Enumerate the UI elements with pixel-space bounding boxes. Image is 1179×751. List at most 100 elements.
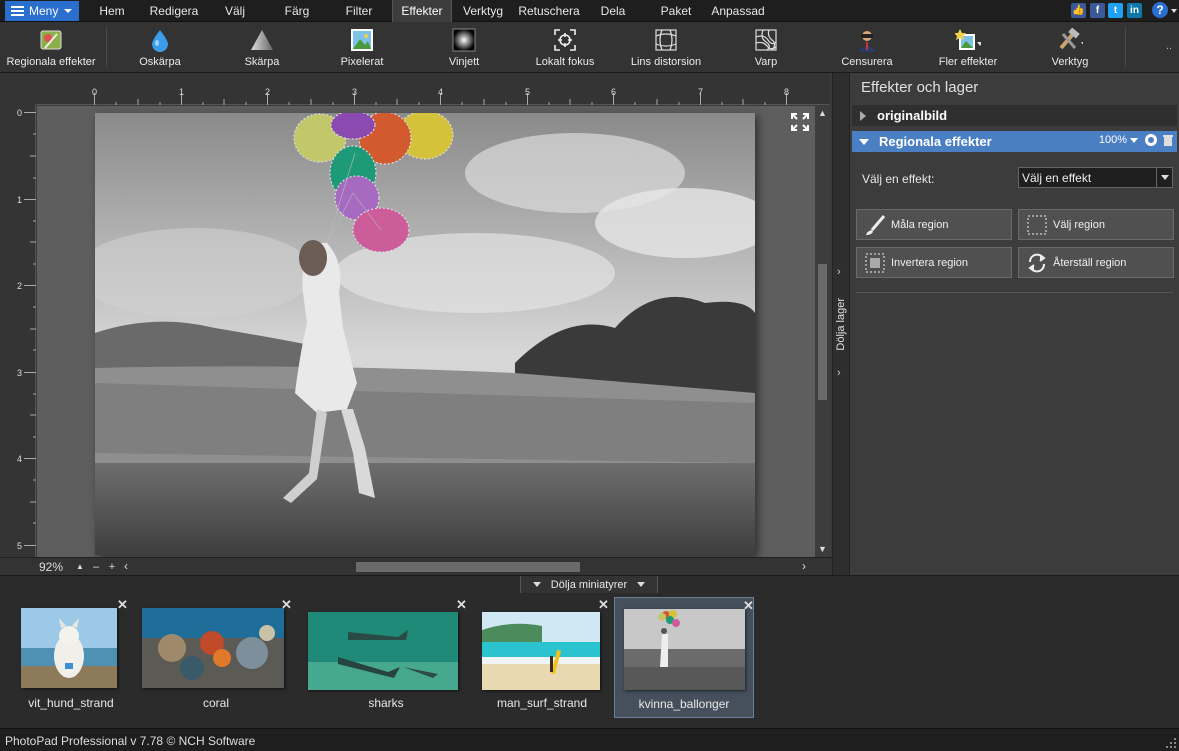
panel-title: Effekter och lager <box>861 79 979 96</box>
ruler-label: 4 <box>438 87 444 97</box>
hide-layers-strip[interactable]: › Dölja lager › <box>832 73 850 575</box>
collapse-icon[interactable] <box>859 138 869 145</box>
zoom-level[interactable]: 92% <box>39 560 63 574</box>
zoom-stepper-icon[interactable]: ▲ <box>74 561 86 573</box>
scroll-down-icon[interactable]: ▼ <box>818 544 827 554</box>
scroll-right-icon[interactable]: › <box>802 559 806 573</box>
hide-layers-label[interactable]: Dölja lager <box>835 298 847 351</box>
tab-filter[interactable]: Filter <box>339 0 379 22</box>
thumbnail-image[interactable] <box>21 608 117 688</box>
canvas-zoom-bar: 92% ▲ – + ‹ › <box>0 557 832 575</box>
tab-farg[interactable]: Färg <box>280 0 314 22</box>
thumbnail-image[interactable] <box>624 609 745 690</box>
reset-region-button[interactable]: Återställ region <box>1018 247 1174 278</box>
tab-redigera[interactable]: Redigera <box>146 0 202 22</box>
hide-thumbnails-button[interactable]: Dölja miniatyrer <box>520 576 658 594</box>
linkedin-icon[interactable]: in <box>1127 3 1142 18</box>
zoom-in-button[interactable]: + <box>106 561 118 573</box>
tab-hem[interactable]: Hem <box>96 0 128 22</box>
invert-region-label: Invertera region <box>891 256 969 269</box>
like-icon[interactable]: 👍 <box>1071 3 1086 18</box>
tab-retuschera[interactable]: Retuschera <box>518 0 580 22</box>
toolbar-divider <box>1125 27 1126 67</box>
zoom-out-button[interactable]: – <box>90 561 102 573</box>
horizontal-scroll-thumb[interactable] <box>356 562 580 572</box>
thumbnail-item[interactable]: ✕ coral <box>136 597 296 718</box>
censor-icon <box>854 27 880 53</box>
vertical-ruler: 0 1 2 3 4 5 <box>0 105 36 557</box>
photopad-window: Meny Hem Redigera Välj Färg Filter Effek… <box>0 0 1179 751</box>
more-effects-button[interactable]: Fler effekter <box>930 22 1006 73</box>
ruler-label: 2 <box>17 281 23 291</box>
vignette-button[interactable]: Vinjett <box>434 22 494 73</box>
layer-opacity[interactable]: 100% <box>1099 134 1127 146</box>
twitter-icon[interactable]: t <box>1108 3 1123 18</box>
toolbar-overflow-button[interactable]: .. <box>1166 40 1172 52</box>
vertical-scrollbar[interactable]: ▲ ▼ <box>815 106 830 557</box>
trash-icon[interactable] <box>1163 134 1173 146</box>
regional-effects-button[interactable]: Regionala effekter <box>2 22 100 73</box>
layer-original[interactable]: originalbild <box>852 105 1177 126</box>
tab-anpassad[interactable]: Anpassad <box>710 0 766 22</box>
ruler-ticks <box>94 93 787 105</box>
expand-icon[interactable] <box>860 110 866 121</box>
local-focus-button[interactable]: Lokalt fokus <box>530 22 600 73</box>
thumbnail-image[interactable] <box>308 612 458 690</box>
tab-effekter[interactable]: Effekter <box>392 0 452 22</box>
edited-photo[interactable] <box>95 113 755 555</box>
thumbnail-item-selected[interactable]: ✕ kvinna_ballonger <box>614 597 754 718</box>
pixelate-icon <box>349 27 375 53</box>
close-icon[interactable]: ✕ <box>456 597 467 613</box>
close-icon[interactable]: ✕ <box>743 598 754 614</box>
chevron-right-icon[interactable]: › <box>837 367 841 379</box>
close-icon[interactable]: ✕ <box>117 597 128 613</box>
thumbnail-item[interactable]: ✕ vit_hund_strand <box>14 597 128 718</box>
horizontal-ruler: 0 1 2 3 4 5 6 7 8 <box>36 73 830 105</box>
tab-paket[interactable]: Paket <box>658 0 694 22</box>
layer-regional-effects[interactable]: Regionala effekter 100% <box>852 131 1177 152</box>
facebook-icon[interactable]: f <box>1090 3 1105 18</box>
sharpen-button[interactable]: Skärpa <box>232 22 292 73</box>
pixelate-button[interactable]: Pixelerat <box>332 22 392 73</box>
paint-region-button[interactable]: Måla region <box>856 209 1012 240</box>
thumbnail-toggle-bar: Dölja miniatyrer <box>0 575 1179 594</box>
lens-distortion-button[interactable]: Lins distorsion <box>626 22 706 73</box>
opacity-dropdown-icon[interactable] <box>1130 137 1138 143</box>
thumbnail-item[interactable]: ✕ man_surf_strand <box>476 597 609 718</box>
sharpen-icon <box>249 27 275 53</box>
close-icon[interactable]: ✕ <box>598 597 609 613</box>
image-viewport[interactable] <box>37 106 815 557</box>
thumbnail-item[interactable]: ✕ sharks <box>302 597 470 718</box>
chevron-right-icon[interactable]: › <box>837 266 841 278</box>
thumbnail-image[interactable] <box>482 612 600 690</box>
help-chevron-icon[interactable] <box>1171 9 1177 13</box>
layer-name: originalbild <box>877 108 948 123</box>
warp-button[interactable]: Varp <box>738 22 794 73</box>
effect-dropdown[interactable]: Välj en effekt <box>1018 167 1173 188</box>
pixelate-label: Pixelerat <box>340 56 384 68</box>
tab-valj[interactable]: Välj <box>220 0 250 22</box>
fullscreen-icon[interactable] <box>790 112 810 132</box>
censor-button[interactable]: Censurera <box>836 22 898 73</box>
tab-dela[interactable]: Dela <box>598 0 628 22</box>
resize-grip-icon[interactable] <box>1166 738 1176 748</box>
layer-toggle-icon[interactable] <box>1144 133 1158 147</box>
thumbnail-name: sharks <box>368 696 404 710</box>
invert-region-button[interactable]: Invertera region <box>856 247 1012 278</box>
main-menu-button[interactable]: Meny <box>5 1 79 21</box>
help-icon[interactable]: ? <box>1152 2 1168 18</box>
scroll-left-icon[interactable]: ‹ <box>124 559 128 573</box>
ruler-label: 6 <box>611 87 617 97</box>
close-icon[interactable]: ✕ <box>281 597 292 613</box>
chevron-down-icon[interactable] <box>1156 168 1172 187</box>
effect-select-label: Välj en effekt: <box>862 172 935 186</box>
scroll-up-icon[interactable]: ▲ <box>818 108 827 118</box>
tab-verktyg[interactable]: Verktyg <box>460 0 506 22</box>
tools-button[interactable]: Verktyg <box>1040 22 1100 73</box>
vertical-scroll-thumb[interactable] <box>818 264 827 400</box>
thumbnail-image[interactable] <box>142 608 284 688</box>
canvas-area: 0 1 2 3 4 5 6 7 8 0 1 2 3 4 5 ▲ ▼ 92% ▲ … <box>0 73 832 575</box>
select-region-button[interactable]: Välj region <box>1018 209 1174 240</box>
blur-button[interactable]: Oskärpa <box>130 22 190 73</box>
tools-icon <box>1057 27 1083 53</box>
